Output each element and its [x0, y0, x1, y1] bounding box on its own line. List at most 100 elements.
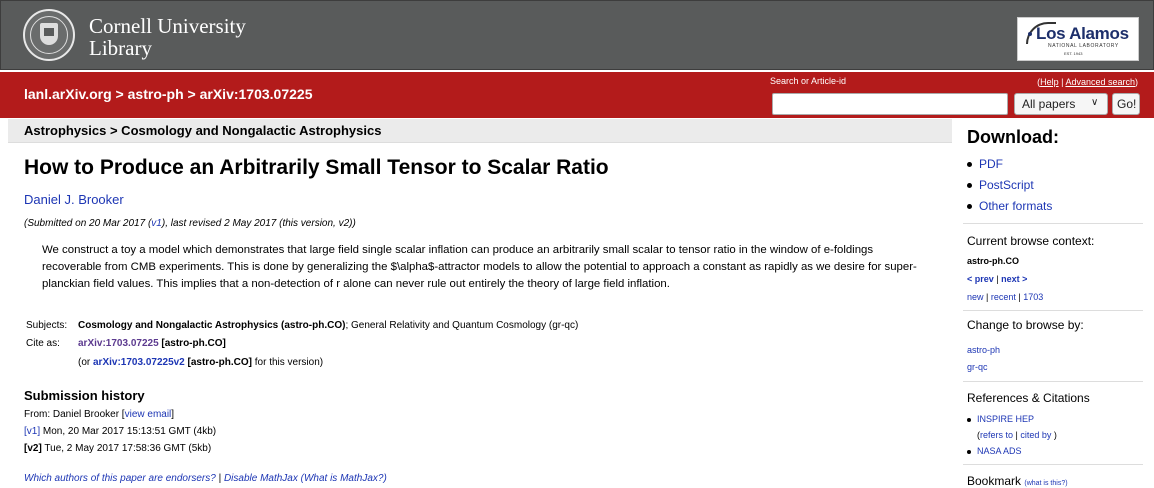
- los-alamos-sub: NATIONAL LABORATORY: [1048, 43, 1119, 49]
- subjects-row: Subjects: Cosmology and Nongalactic Astro…: [26, 320, 578, 331]
- inspire-item: INSPIRE HEP: [967, 414, 1034, 424]
- browse-context-value: astro-ph.CO: [967, 256, 1019, 266]
- footer-links: Which authors of this paper are endorser…: [24, 473, 387, 484]
- history-v1: [v1] Mon, 20 Mar 2017 15:13:51 GMT (4kb): [24, 426, 216, 437]
- month-link[interactable]: 1703: [1023, 292, 1043, 302]
- main-content: How to Produce an Arbitrarily Small Tens…: [8, 143, 952, 488]
- what-is-mathjax-link[interactable]: (What is MathJax?): [298, 473, 387, 484]
- abstract: We construct a toy a model which demonst…: [42, 244, 917, 290]
- author-name[interactable]: Daniel J. Brooker: [24, 192, 124, 207]
- history-from-pre: From: Daniel Brooker [: [24, 409, 125, 420]
- v2-date: Tue, 2 May 2017 17:58:36 GMT (5kb): [41, 443, 212, 454]
- context-value: astro-ph.CO: [967, 256, 1020, 266]
- footer-sep: |: [215, 473, 224, 484]
- search-scope-value: All papers: [1022, 97, 1076, 111]
- cornell-title-line2: Library: [89, 36, 152, 60]
- breadcrumb-sep: >: [111, 86, 128, 102]
- search-scope-select[interactable]: All papers ∨: [1014, 93, 1108, 115]
- recent-link[interactable]: recent: [991, 292, 1016, 302]
- breadcrumb-article-id: arXiv:1703.07225: [199, 86, 313, 102]
- cite-row: Cite as: arXiv:1703.07225 [astro-ph.CO]: [26, 338, 226, 349]
- go-button[interactable]: Go!: [1112, 93, 1140, 115]
- bookmark-what-link[interactable]: (what is this?): [1024, 480, 1067, 487]
- sidebar: Download: PDF PostScript Other formats C…: [955, 119, 1154, 488]
- other-formats-link[interactable]: Other formats: [979, 199, 1052, 213]
- arxiv-nav-bar: lanl.arXiv.org > astro-ph > arXiv:1703.0…: [0, 72, 1154, 118]
- help-link[interactable]: Help: [1040, 77, 1059, 87]
- download-postscript[interactable]: PostScript: [967, 178, 1034, 192]
- breadcrumb-astro-ph[interactable]: astro-ph: [128, 86, 184, 102]
- cite-tag: [astro-ph.CO]: [158, 338, 226, 349]
- cite2-post: for this version): [251, 357, 324, 368]
- download-title: Download:: [967, 127, 1059, 147]
- divider: [963, 223, 1143, 224]
- bookmark-row: Bookmark (what is this?): [967, 474, 1068, 488]
- refers-to-link[interactable]: refers to: [980, 430, 1013, 440]
- endorsers-link[interactable]: Which authors of this paper are endorser…: [24, 473, 216, 484]
- cite-id-link[interactable]: arXiv:1703.07225: [78, 338, 159, 349]
- view-email-link[interactable]: view email: [125, 409, 172, 420]
- subjects-rest: ; General Relativity and Quantum Cosmolo…: [345, 320, 579, 331]
- subjects-primary: Cosmology and Nongalactic Astrophysics (…: [78, 320, 346, 331]
- nasa-ads-link[interactable]: NASA ADS: [977, 446, 1022, 456]
- download-other[interactable]: Other formats: [967, 199, 1052, 213]
- submission-dateline: (Submitted on 20 Mar 2017 (v1), last rev…: [24, 218, 356, 229]
- pipe: |: [983, 292, 991, 302]
- gr-qc-link[interactable]: gr-qc: [967, 362, 988, 372]
- download-pdf[interactable]: PDF: [967, 157, 1003, 171]
- cornell-title-line1: Cornell University: [89, 14, 246, 38]
- submission-history-title: Submission history: [24, 388, 145, 403]
- inspire-link[interactable]: INSPIRE HEP: [977, 414, 1034, 424]
- help-links: (Help | Advanced search): [1037, 77, 1138, 87]
- browse-context-title: Current browse context:: [967, 234, 1095, 248]
- history-from-post: ]: [171, 409, 175, 420]
- los-alamos-logo[interactable]: Los Alamos NATIONAL LABORATORY EST. 1943: [1017, 17, 1139, 61]
- new-link[interactable]: new: [967, 292, 984, 302]
- cite2-tag: [astro-ph.CO]: [184, 357, 252, 368]
- history-v2: [v2] Tue, 2 May 2017 17:58:36 GMT (5kb): [24, 443, 211, 454]
- cite2-id-link[interactable]: arXiv:1703.07225v2: [93, 357, 185, 368]
- advanced-search-link[interactable]: Advanced search: [1065, 77, 1135, 87]
- refers-cited: (refers to | cited by ): [977, 430, 1057, 440]
- cornell-library-title[interactable]: Cornell University Library: [89, 15, 246, 59]
- prev-next: < prev | next >: [967, 274, 1027, 284]
- divider: [963, 381, 1143, 382]
- pdf-link[interactable]: PDF: [979, 157, 1003, 171]
- v1-link[interactable]: v1: [151, 218, 162, 229]
- cited-by-link[interactable]: cited by: [1020, 430, 1051, 440]
- browse-gr-qc: gr-qc: [967, 362, 988, 372]
- los-alamos-est: EST. 1943: [1064, 51, 1083, 56]
- cornell-seal-icon[interactable]: [23, 9, 75, 61]
- paren-close: ): [1051, 430, 1057, 440]
- chevron-down-icon: ∨: [1091, 97, 1099, 108]
- next-link[interactable]: next >: [1001, 274, 1027, 284]
- breadcrumb-lanl[interactable]: lanl.arXiv.org: [24, 86, 112, 102]
- bookmark-title: Bookmark: [967, 474, 1022, 488]
- subject-header-bar: Astrophysics > Cosmology and Nongalactic…: [8, 119, 952, 143]
- history-from: From: Daniel Brooker [view email]: [24, 409, 174, 420]
- author-link[interactable]: Daniel J. Brooker: [24, 192, 124, 207]
- v2-label: [v2]: [24, 443, 42, 454]
- disable-mathjax-link[interactable]: Disable MathJax: [224, 473, 298, 484]
- nasa-item: NASA ADS: [967, 446, 1022, 456]
- postscript-link[interactable]: PostScript: [979, 178, 1034, 192]
- change-browse-title: Change to browse by:: [967, 318, 1084, 332]
- v1-history-link[interactable]: [v1]: [24, 426, 40, 437]
- astro-ph-link[interactable]: astro-ph: [967, 345, 1000, 355]
- new-recent-links: new | recent | 1703: [967, 292, 1043, 302]
- subject-header: Astrophysics > Cosmology and Nongalactic…: [24, 123, 382, 138]
- breadcrumb-sep: >: [183, 86, 200, 102]
- prev-link[interactable]: < prev: [967, 274, 994, 284]
- v1-date: Mon, 20 Mar 2017 15:13:51 GMT (4kb): [40, 426, 217, 437]
- subjects-label: Subjects:: [26, 320, 68, 331]
- dateline-pre: (Submitted on 20 Mar 2017 (: [24, 218, 152, 229]
- dateline-post: ), last revised 2 May 2017 (this version…: [161, 218, 356, 229]
- cite-label: Cite as:: [26, 338, 60, 349]
- search-label: Search or Article-id: [770, 76, 847, 86]
- cornell-header: Cornell University Library Los Alamos NA…: [0, 0, 1154, 70]
- browse-astro-ph: astro-ph: [967, 345, 1000, 355]
- breadcrumb: lanl.arXiv.org > astro-ph > arXiv:1703.0…: [24, 86, 312, 102]
- cite-version-row: (or arXiv:1703.07225v2 [astro-ph.CO] for…: [26, 357, 323, 368]
- search-input[interactable]: [772, 93, 1008, 115]
- paper-title: How to Produce an Arbitrarily Small Tens…: [24, 156, 609, 179]
